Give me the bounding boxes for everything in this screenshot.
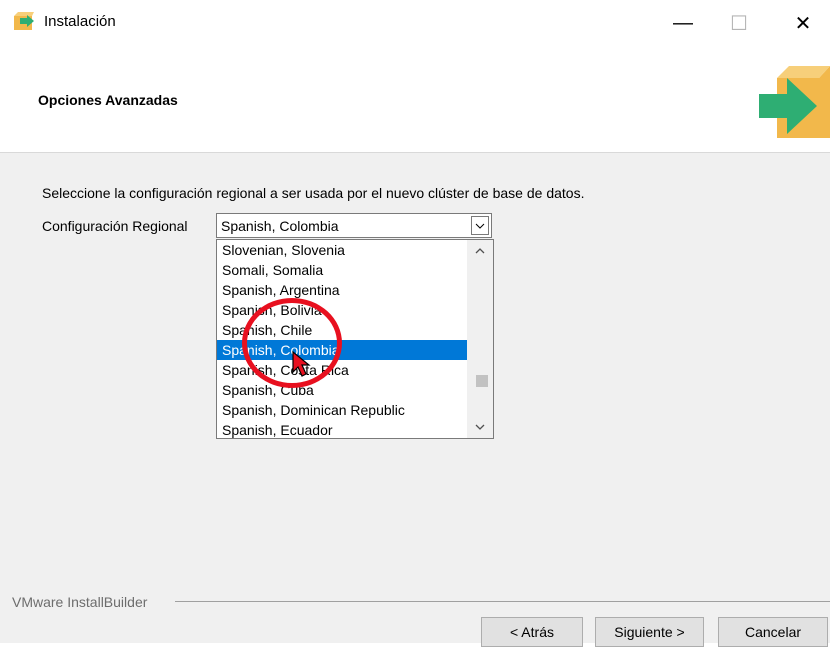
locale-dropdown-button[interactable] (471, 216, 489, 235)
installer-box-icon (14, 12, 34, 30)
window-title: Instalación (44, 13, 116, 30)
locale-option[interactable]: Spanish, Dominican Republic (217, 400, 467, 420)
scroll-up-button[interactable] (467, 242, 493, 260)
scroll-down-button[interactable] (467, 418, 493, 436)
minimize-icon: — (673, 11, 693, 34)
locale-description: Seleccione la configuración regional a s… (42, 185, 585, 201)
close-icon: ✕ (794, 12, 812, 35)
brand-label: VMware InstallBuilder (12, 594, 152, 610)
locale-label: Configuración Regional (42, 218, 188, 234)
minimize-button[interactable]: — (660, 0, 706, 46)
maximize-button[interactable]: ☐ (716, 0, 762, 46)
locale-option[interactable]: Spanish, Costa Rica (217, 360, 467, 380)
installer-logo-icon (759, 66, 830, 138)
footer-separator (175, 601, 830, 602)
chevron-down-icon (475, 424, 485, 430)
next-button[interactable]: Siguiente > (595, 617, 704, 647)
locale-option[interactable]: Spanish, Chile (217, 320, 467, 340)
locale-option[interactable]: Slovenian, Slovenia (217, 240, 467, 260)
back-button[interactable]: < Atrás (481, 617, 583, 647)
locale-option[interactable]: Spanish, Colombia (217, 340, 467, 360)
chevron-up-icon (475, 248, 485, 254)
locale-option[interactable]: Spanish, Cuba (217, 380, 467, 400)
scroll-thumb[interactable] (476, 375, 488, 387)
cancel-button[interactable]: Cancelar (718, 617, 828, 647)
dropdown-scrollbar[interactable] (467, 240, 493, 438)
locale-option[interactable]: Spanish, Bolivia (217, 300, 467, 320)
locale-option[interactable]: Spanish, Ecuador (217, 420, 467, 438)
page-title: Opciones Avanzadas (38, 92, 178, 108)
close-button[interactable]: ✕ (780, 0, 826, 46)
locale-option[interactable]: Somali, Somalia (217, 260, 467, 280)
maximize-icon: ☐ (730, 12, 748, 35)
locale-combobox-value: Spanish, Colombia (221, 218, 339, 234)
locale-dropdown-list[interactable]: Slovenian, Slovenia Somali, Somalia Spanis… (216, 239, 494, 439)
title-bar: Instalación — ☐ ✕ (0, 0, 830, 50)
chevron-down-icon (475, 223, 485, 229)
locale-combobox[interactable]: Spanish, Colombia (216, 213, 492, 238)
locale-options: Slovenian, Slovenia Somali, Somalia Spanis… (217, 240, 493, 438)
locale-option[interactable]: Spanish, Argentina (217, 280, 467, 300)
